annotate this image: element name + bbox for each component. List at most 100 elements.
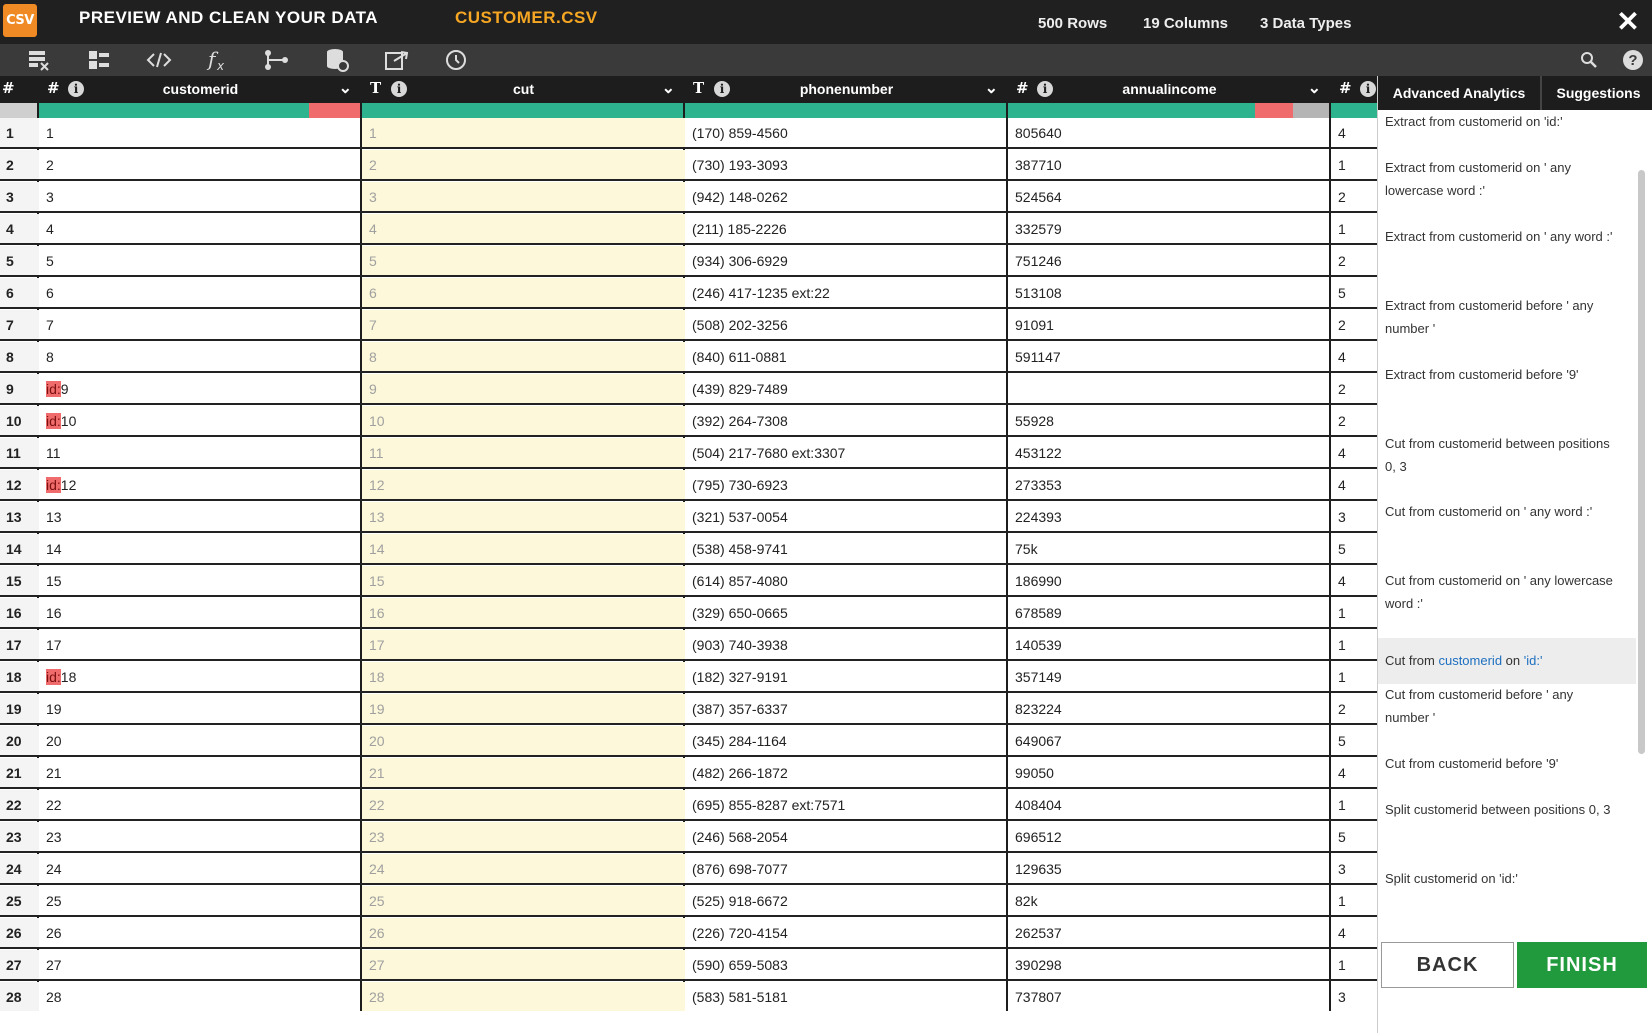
table-cell[interactable]: (170) 859-4560 xyxy=(685,118,1008,149)
table-cell[interactable]: 1 xyxy=(1331,598,1377,629)
table-cell[interactable]: (504) 217-7680 ext:3307 xyxy=(685,438,1008,469)
table-cell[interactable]: (182) 327-9191 xyxy=(685,662,1008,693)
table-cell[interactable]: 1 xyxy=(1331,150,1377,181)
table-cell[interactable]: 14 xyxy=(362,534,685,565)
table-cell[interactable]: 751246 xyxy=(1008,246,1331,277)
table-cell[interactable]: 82k xyxy=(1008,886,1331,917)
table-cell[interactable]: (392) 264-7308 xyxy=(685,406,1008,437)
table-cell[interactable]: 5 xyxy=(1331,534,1377,565)
table-cell[interactable]: 14 xyxy=(39,534,362,565)
table-cell[interactable]: (903) 740-3938 xyxy=(685,630,1008,661)
reorder-columns-icon[interactable] xyxy=(86,48,112,72)
table-cell[interactable]: 12 xyxy=(362,470,685,501)
table-cell[interactable]: id:9 xyxy=(39,374,362,405)
table-cell[interactable]: 15 xyxy=(39,566,362,597)
table-cell[interactable]: 75k xyxy=(1008,534,1331,565)
table-cell[interactable]: 1 xyxy=(1331,630,1377,661)
table-cell[interactable]: (482) 266-1872 xyxy=(685,758,1008,789)
delete-columns-icon[interactable] xyxy=(26,48,52,72)
table-cell[interactable]: 453122 xyxy=(1008,438,1331,469)
table-cell[interactable]: 2 xyxy=(1331,406,1377,437)
table-cell[interactable]: 10 xyxy=(362,406,685,437)
table-cell[interactable]: 805640 xyxy=(1008,118,1331,149)
table-cell[interactable]: 129635 xyxy=(1008,854,1331,885)
table-cell[interactable]: 1 xyxy=(1331,950,1377,981)
finish-button[interactable]: FINISH xyxy=(1517,942,1647,988)
table-cell[interactable]: 9 xyxy=(362,374,685,405)
info-icon[interactable]: i xyxy=(1360,81,1376,97)
code-icon[interactable] xyxy=(146,48,172,72)
table-cell[interactable]: 224393 xyxy=(1008,502,1331,533)
table-cell[interactable]: 140539 xyxy=(1008,630,1331,661)
column-header-phonenumber[interactable]: T i phonenumber ⌄ xyxy=(685,76,1008,103)
suggestion-item[interactable]: Split customerid on 'id:' xyxy=(1378,867,1636,890)
table-cell[interactable]: 23 xyxy=(39,822,362,853)
table-cell[interactable]: 3 xyxy=(39,182,362,213)
table-cell[interactable]: (329) 650-0665 xyxy=(685,598,1008,629)
table-cell[interactable]: (246) 568-2054 xyxy=(685,822,1008,853)
table-cell[interactable]: 3 xyxy=(1331,854,1377,885)
table-cell[interactable]: 20 xyxy=(39,726,362,757)
table-cell[interactable]: 19 xyxy=(362,694,685,725)
export-icon[interactable] xyxy=(384,48,410,72)
table-cell[interactable]: 17 xyxy=(39,630,362,661)
table-cell[interactable]: 2 xyxy=(1331,310,1377,341)
column-partial[interactable]: # i 4 1 2 1 2 5 2 4 2 2 4 4 3 5 4 1 1 1 2 5 4 1 5 3 1 4 1 3 xyxy=(1331,76,1377,1011)
table-cell[interactable]: (876) 698-7077 xyxy=(685,854,1008,885)
table-cell[interactable]: (345) 284-1164 xyxy=(685,726,1008,757)
table-cell[interactable]: (211) 185-2226 xyxy=(685,214,1008,245)
table-cell[interactable]: 6 xyxy=(39,278,362,309)
table-cell[interactable]: 16 xyxy=(39,598,362,629)
table-cell[interactable]: 22 xyxy=(39,790,362,821)
table-cell[interactable]: id:10 xyxy=(39,406,362,437)
table-cell[interactable]: 332579 xyxy=(1008,214,1331,245)
table-cell[interactable]: (387) 357-6337 xyxy=(685,694,1008,725)
chevron-down-icon[interactable]: ⌄ xyxy=(985,78,998,98)
table-cell[interactable]: (695) 855-8287 ext:7571 xyxy=(685,790,1008,821)
table-cell[interactable]: 1 xyxy=(362,118,685,149)
table-cell[interactable]: 273353 xyxy=(1008,470,1331,501)
table-cell[interactable]: 19 xyxy=(39,694,362,725)
table-cell[interactable]: (538) 458-9741 xyxy=(685,534,1008,565)
table-cell[interactable]: 1 xyxy=(1331,790,1377,821)
table-cell[interactable]: 4 xyxy=(39,214,362,245)
table-cell[interactable]: 408404 xyxy=(1008,790,1331,821)
table-cell[interactable]: 2 xyxy=(362,150,685,181)
table-cell[interactable]: 357149 xyxy=(1008,662,1331,693)
table-cell[interactable]: 55928 xyxy=(1008,406,1331,437)
table-cell[interactable]: 678589 xyxy=(1008,598,1331,629)
suggestion-item[interactable]: Extract from customerid on ' any word :' xyxy=(1378,225,1636,248)
branch-icon[interactable] xyxy=(264,48,290,72)
suggestion-item[interactable]: Cut from customerid on ' any word :' xyxy=(1378,500,1636,523)
help-icon[interactable]: ? xyxy=(1620,48,1646,72)
table-cell[interactable]: 1 xyxy=(1331,214,1377,245)
table-cell[interactable]: 737807 xyxy=(1008,982,1331,1011)
table-cell[interactable]: 13 xyxy=(39,502,362,533)
table-cell[interactable]: 23 xyxy=(362,822,685,853)
table-cell[interactable]: 2 xyxy=(1331,246,1377,277)
chevron-down-icon[interactable]: ⌄ xyxy=(1308,78,1321,98)
table-cell[interactable]: 13 xyxy=(362,502,685,533)
table-cell[interactable]: 26 xyxy=(39,918,362,949)
table-cell[interactable]: 24 xyxy=(39,854,362,885)
suggestion-item[interactable]: Extract from customerid before ' any num… xyxy=(1378,294,1636,340)
table-cell[interactable]: 5 xyxy=(1331,278,1377,309)
suggestion-item[interactable]: Extract from customerid before '9' xyxy=(1378,363,1636,386)
column-cut[interactable]: T i cut ⌄ 1 2 3 4 5 6 7 8 9 10 11 12 13 14 15 16 17 18 19 2… xyxy=(362,76,685,1011)
column-header-partial[interactable]: # i xyxy=(1331,76,1377,103)
table-cell[interactable]: 5 xyxy=(1331,726,1377,757)
suggestion-item[interactable]: Cut from customerid on ' any lowercase w… xyxy=(1378,569,1636,615)
table-cell[interactable]: 99050 xyxy=(1008,758,1331,789)
table-cell[interactable]: 2 xyxy=(39,150,362,181)
table-cell[interactable]: 4 xyxy=(1331,918,1377,949)
table-cell[interactable]: (226) 720-4154 xyxy=(685,918,1008,949)
search-icon[interactable] xyxy=(1576,48,1602,72)
table-cell[interactable]: 4 xyxy=(362,214,685,245)
history-icon[interactable] xyxy=(443,48,469,72)
chevron-down-icon[interactable]: ⌄ xyxy=(339,78,352,98)
suggestion-item[interactable]: Cut from customerid before '9' xyxy=(1378,752,1636,775)
table-cell[interactable]: 28 xyxy=(362,982,685,1011)
table-cell[interactable]: 25 xyxy=(362,886,685,917)
table-cell[interactable]: 16 xyxy=(362,598,685,629)
table-cell[interactable]: 4 xyxy=(1331,470,1377,501)
